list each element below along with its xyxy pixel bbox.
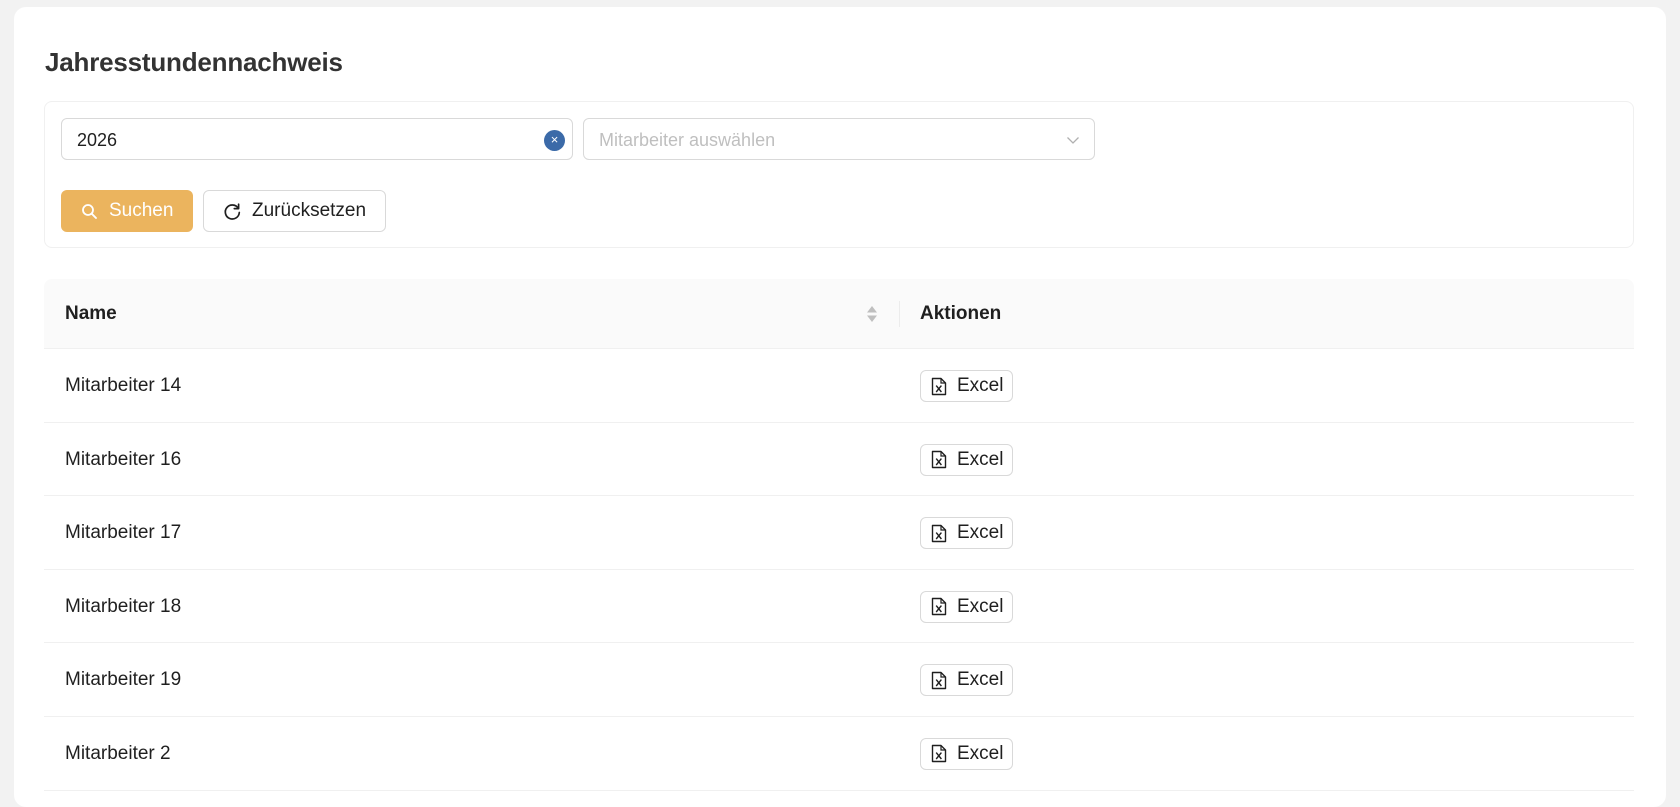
- table-row: Mitarbeiter 18 Excel: [44, 570, 1634, 644]
- excel-export-button[interactable]: Excel: [920, 664, 1013, 697]
- employee-name: Mitarbeiter 14: [65, 375, 182, 396]
- file-excel-icon: [931, 377, 947, 395]
- employee-name: Mitarbeiter 2: [65, 742, 171, 764]
- table-row: Mitarbeiter 16 Excel: [44, 423, 1634, 497]
- sort-icon[interactable]: [866, 304, 878, 324]
- employee-name: Mitarbeiter 19: [65, 669, 182, 691]
- excel-export-button[interactable]: Excel: [920, 517, 1013, 550]
- employee-select[interactable]: Mitarbeiter auswählen: [583, 118, 1095, 160]
- file-excel-icon: [931, 598, 947, 616]
- column-header-name[interactable]: Name: [65, 303, 117, 325]
- employee-select-placeholder: Mitarbeiter auswählen: [599, 130, 776, 150]
- search-button-label: Suchen: [109, 200, 174, 221]
- reset-button-label: Zurücksetzen: [252, 200, 367, 221]
- table-row: Mitarbeiter 17 Excel: [44, 496, 1634, 570]
- filter-panel: 2026 × Mitarbeiter auswählen Suchen Zurü…: [44, 101, 1634, 248]
- column-divider: [899, 301, 900, 327]
- excel-export-button[interactable]: Excel: [920, 737, 1013, 770]
- page-title: Jahresstundennachweis: [45, 47, 343, 77]
- chevron-down-icon: [1067, 137, 1079, 144]
- search-icon: [82, 203, 97, 219]
- file-excel-icon: [931, 671, 947, 690]
- excel-button-label: Excel: [957, 522, 1004, 544]
- excel-export-button[interactable]: Excel: [920, 370, 1013, 402]
- excel-button-label: Excel: [957, 742, 1004, 764]
- table-header: Name Aktionen: [44, 279, 1634, 349]
- excel-button-label: Excel: [957, 448, 1004, 470]
- year-value: 2026: [77, 130, 118, 150]
- excel-export-button[interactable]: Excel: [920, 443, 1013, 476]
- employee-name: Mitarbeiter 18: [65, 595, 182, 617]
- file-excel-icon: [931, 450, 947, 469]
- table-row: Mitarbeiter 19 Excel: [44, 643, 1634, 717]
- employee-name: Mitarbeiter 17: [65, 522, 182, 544]
- file-excel-icon: [931, 745, 947, 763]
- clear-icon[interactable]: ×: [544, 130, 565, 151]
- reload-icon: [224, 202, 241, 220]
- column-header-actions: Aktionen: [920, 303, 1002, 324]
- search-button[interactable]: Suchen: [61, 190, 193, 232]
- excel-export-button[interactable]: Excel: [920, 590, 1013, 623]
- employee-name: Mitarbeiter 16: [65, 448, 182, 470]
- main-card: Jahresstundennachweis 2026 × Mitarbeiter…: [14, 7, 1666, 807]
- excel-button-label: Excel: [957, 669, 1004, 691]
- excel-button-label: Excel: [957, 595, 1004, 617]
- employees-table: Name Aktionen Mitarbeiter 14 Excel Mitar…: [44, 279, 1634, 791]
- excel-button-label: Excel: [957, 375, 1004, 396]
- table-row: Mitarbeiter 2 Excel: [44, 717, 1634, 791]
- year-picker[interactable]: 2026 ×: [61, 118, 573, 160]
- file-excel-icon: [931, 524, 947, 542]
- reset-button[interactable]: Zurücksetzen: [203, 190, 386, 232]
- table-row: Mitarbeiter 14 Excel: [44, 349, 1634, 423]
